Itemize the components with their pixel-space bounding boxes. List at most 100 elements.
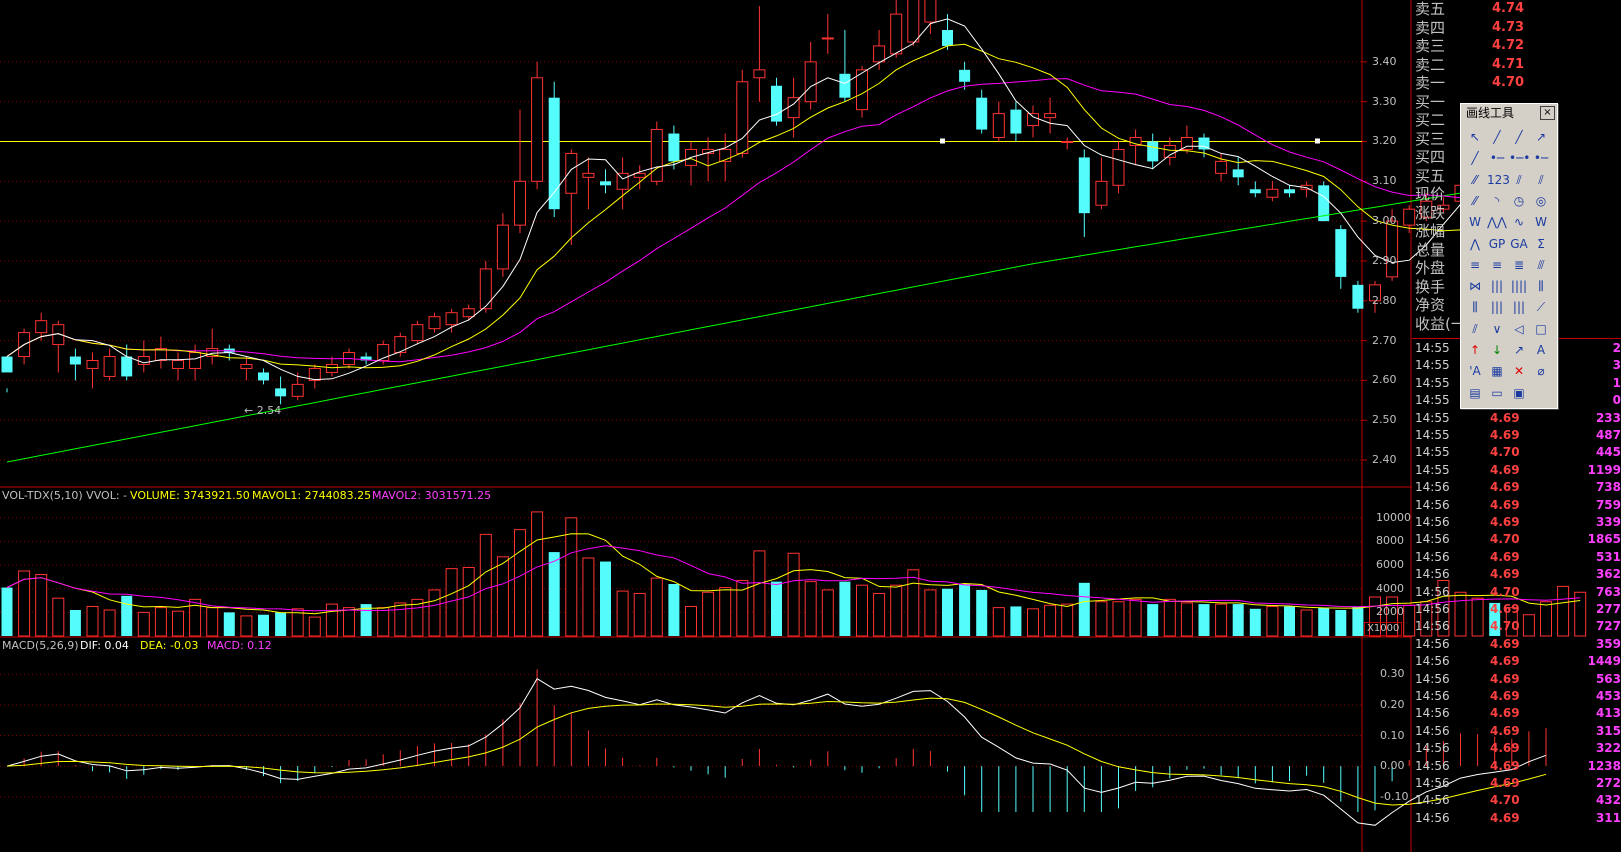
drawing-tool-button[interactable]: ∨ xyxy=(1487,320,1507,338)
drawing-tool-button[interactable]: ⫻ xyxy=(1531,256,1551,274)
drawing-tool-button[interactable]: ▭ xyxy=(1487,384,1507,402)
volume-bar-up xyxy=(873,592,886,637)
drawing-tool-button[interactable]: W xyxy=(1465,213,1485,231)
drawing-tool-button[interactable]: ◷ xyxy=(1509,192,1529,210)
drawing-tool-button[interactable]: ◎ xyxy=(1531,192,1551,210)
volume-bar-up xyxy=(172,610,184,637)
drawing-tool-button[interactable]: ▣ xyxy=(1509,384,1529,402)
drawing-tool-button[interactable]: ||| xyxy=(1487,298,1507,316)
candle-body-up xyxy=(1180,137,1193,150)
drawing-tool-button[interactable]: •─• xyxy=(1509,149,1530,167)
drawing-tool-button[interactable]: ↗ xyxy=(1531,128,1551,146)
drawing-tool-button[interactable]: ╱ xyxy=(1465,149,1485,167)
drawing-tool-button[interactable]: ◝ xyxy=(1487,192,1507,210)
trend-line-handle xyxy=(940,138,945,144)
drawing-tool-button[interactable]: A xyxy=(1531,341,1551,359)
volume-bar-up xyxy=(1095,601,1108,637)
drawing-tool-button[interactable]: ⁄⁄ xyxy=(1465,192,1485,210)
drawing-tool-button[interactable]: ⫽ xyxy=(1531,171,1551,189)
drawing-tool-button[interactable]: ≡ xyxy=(1487,256,1507,274)
tick-volume: 233 xyxy=(1595,410,1621,425)
drawing-tool-button[interactable]: 'A xyxy=(1465,362,1485,380)
candle-body-up xyxy=(1061,140,1074,143)
drawing-tool-button[interactable]: ↗ xyxy=(1509,341,1529,359)
drawing-tool-button[interactable]: ≡ xyxy=(1465,256,1485,274)
candle-body-up xyxy=(873,45,886,63)
tick-volume: 531 xyxy=(1595,549,1621,564)
drawing-tool-button[interactable]: ≣ xyxy=(1509,256,1529,274)
drawing-tool-button[interactable]: ⫽ xyxy=(1509,171,1529,189)
drawing-tool-button[interactable]: ╱ xyxy=(1509,128,1529,146)
candle-body-up xyxy=(753,69,766,79)
price-tick-label: 2.40 xyxy=(1372,453,1397,467)
drawing-tool-button[interactable]: |||| xyxy=(1509,277,1529,295)
drawing-tool-button[interactable]: ⋀⋀ xyxy=(1487,213,1507,231)
quote-price: 4.73 xyxy=(1492,19,1525,35)
volume-bar-down xyxy=(1078,582,1090,636)
dif-line xyxy=(6,678,1547,826)
candle-body-down xyxy=(839,73,851,98)
drawing-tool-button[interactable]: •─ xyxy=(1487,149,1507,167)
volume-bar-up xyxy=(1163,598,1176,637)
candle-body-up xyxy=(479,268,492,310)
drawing-tool-button[interactable]: ||| xyxy=(1487,277,1507,295)
volume-bar-up xyxy=(35,574,48,637)
drawing-tool-button[interactable]: GP xyxy=(1487,235,1507,253)
drawing-tool-button[interactable]: ⁄⁄ xyxy=(1465,171,1485,189)
drawing-tools-titlebar[interactable]: 画线工具 × xyxy=(1461,104,1557,122)
volume-bar-down xyxy=(69,610,81,636)
candle-body-up xyxy=(890,13,903,55)
quote-label: 涨幅 xyxy=(1415,222,1446,240)
candle-body-down xyxy=(1078,157,1090,214)
drawing-tools-window[interactable]: 画线工具 × ↖ ╱ ╱ ↗ ╱ •─ •─• •─ ⁄⁄ 123 ⫽ ⫽ ⁄⁄ ◝ ◷ ◎ W ⋀⋀ ∿ W ⋀ GP G… xyxy=(1460,103,1558,409)
drawing-tool-button[interactable]: ▦ xyxy=(1487,362,1507,380)
drawing-tool-button[interactable]: □ xyxy=(1531,320,1551,338)
tick-row: 14:56 4.69 413 xyxy=(1412,705,1621,722)
macd-value: MACD: 0.12 xyxy=(207,639,272,652)
drawing-tool-button[interactable]: ╱ xyxy=(1487,128,1507,146)
drawing-tool-button[interactable]: ↑ xyxy=(1465,341,1485,359)
macd-tick-label: 0.30 xyxy=(1380,667,1405,681)
candle-body-up xyxy=(1215,160,1228,174)
volume-bar-down xyxy=(1318,607,1330,636)
drawing-tool-button[interactable]: ∿ xyxy=(1509,213,1529,231)
drawing-tool-button[interactable]: ⫼ xyxy=(1465,298,1485,316)
candle-body-down xyxy=(942,30,953,46)
drawing-tool-button[interactable]: ||| xyxy=(1509,298,1529,316)
candle-body-down xyxy=(771,85,782,122)
drawing-tool-button[interactable]: ▤ xyxy=(1465,384,1485,402)
drawing-tool-button[interactable]: •─ xyxy=(1531,149,1551,167)
drawing-tool-button[interactable]: ◁ xyxy=(1509,320,1529,338)
price-tick-label: 2.70 xyxy=(1372,333,1397,347)
candle-body-up xyxy=(1386,220,1399,278)
drawing-tool-button[interactable]: GA xyxy=(1509,235,1529,253)
drawing-tool-button[interactable]: ⌀ xyxy=(1531,362,1551,380)
tick-volume: 727 xyxy=(1595,619,1621,634)
tick-price: 4.69 xyxy=(1490,602,1520,616)
volume-bar-down xyxy=(1249,608,1261,636)
tick-volume: 0 xyxy=(1612,393,1621,408)
drawing-tool-button[interactable]: 123 xyxy=(1487,171,1510,189)
volume-bar-up xyxy=(428,589,441,637)
tick-price: 4.69 xyxy=(1490,480,1520,495)
macd-tick-label: 0.10 xyxy=(1380,728,1405,742)
drawing-tool-button[interactable]: ⫼ xyxy=(1531,277,1551,295)
tick-volume: 3 xyxy=(1612,358,1621,373)
volume-bar-up xyxy=(650,577,663,637)
drawing-tool-button[interactable]: ⟋ xyxy=(1531,298,1551,316)
drawing-tool-button[interactable]: ⋈ xyxy=(1465,277,1485,295)
drawing-tool-button[interactable]: Σ xyxy=(1531,235,1551,253)
dea-line xyxy=(6,697,1547,806)
drawing-tool-button[interactable]: ✕ xyxy=(1509,362,1529,380)
drawing-tool-button[interactable]: W xyxy=(1531,213,1551,231)
drawing-tool-button[interactable]: ⫽ xyxy=(1465,320,1485,338)
macd-tick-label: 0.20 xyxy=(1380,697,1405,711)
drawing-tool-button[interactable]: ↓ xyxy=(1487,341,1507,359)
tick-row: 14:56 4.69 531 xyxy=(1412,549,1621,566)
close-button[interactable]: × xyxy=(1540,106,1555,120)
drawing-tool-button[interactable]: ⋀ xyxy=(1465,235,1485,253)
mavol1-value: MAVOL1: 2744083.25 xyxy=(252,489,372,502)
low-price-marker: ← 2.54 xyxy=(244,404,282,417)
volume-bar-up xyxy=(343,607,355,637)
drawing-tool-button[interactable]: ↖ xyxy=(1465,128,1485,146)
